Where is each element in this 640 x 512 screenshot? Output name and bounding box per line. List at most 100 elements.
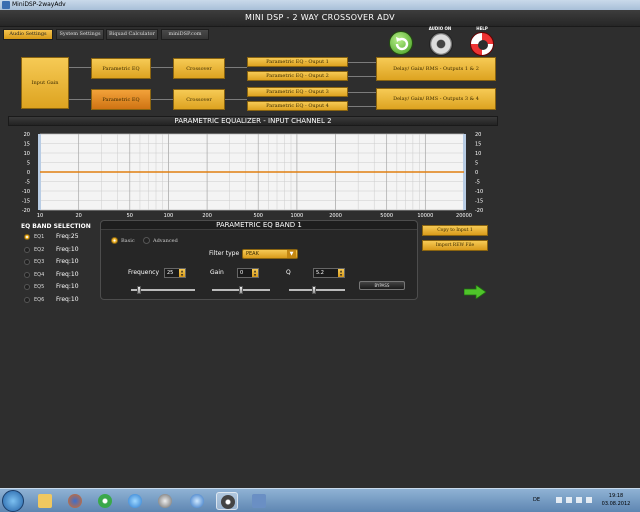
tab-biquad-calculator[interactable]: Biquad Calculator	[106, 29, 158, 40]
band-radio[interactable]	[24, 284, 30, 291]
copy-to-input-button[interactable]: Copy to Input 1	[422, 225, 488, 236]
taskbar-app8[interactable]	[248, 492, 270, 510]
tray-power-icon[interactable]	[586, 497, 592, 503]
y-tick-label-left: -15	[22, 198, 30, 204]
mode-advanced-radio[interactable]	[143, 237, 150, 244]
filter-type-label: Filter type	[209, 250, 240, 257]
slider-thumb[interactable]	[239, 286, 243, 294]
taskbar-firefox[interactable]	[64, 492, 86, 510]
x-tick-label: 20	[75, 213, 81, 219]
y-tick-label-left: -10	[22, 189, 30, 195]
output-peq-3[interactable]: Parametric EQ - Ouput 3	[247, 87, 348, 97]
audio-on-label: AUDIO ON	[428, 26, 452, 31]
x-tick-label: 10000	[417, 213, 433, 219]
x-tick-label: 10	[37, 213, 43, 219]
mode-basic-radio[interactable]	[111, 237, 118, 244]
band-freq: Freq:25	[56, 233, 79, 240]
band-name: EQ6	[34, 297, 45, 303]
taskbar-app4[interactable]	[124, 492, 146, 510]
band-radio[interactable]	[24, 234, 30, 240]
x-tick-label: 20000	[456, 213, 472, 219]
peq-block-2[interactable]: Parametric EQ	[91, 89, 151, 110]
stepper-arrows-icon: ▲ ▼	[179, 269, 185, 277]
next-arrow-icon[interactable]	[464, 285, 486, 299]
band-item-eq4[interactable]: EQ4 Freq:10	[24, 271, 104, 280]
q-slider[interactable]	[289, 286, 345, 294]
y-tick-label-left: 15	[24, 141, 30, 147]
tray-network-icon[interactable]	[566, 497, 572, 503]
y-tick-label-right: -15	[475, 198, 483, 204]
tray-volume-icon[interactable]	[576, 497, 582, 503]
wire	[348, 92, 376, 93]
language-indicator[interactable]: DE	[533, 497, 540, 503]
tray-flag-icon[interactable]	[556, 497, 562, 503]
x-tick-label: 100	[164, 213, 174, 219]
tab-system-settings[interactable]: System Settings	[56, 29, 104, 40]
wire	[69, 67, 91, 68]
import-rew-button[interactable]: Import REW File	[422, 240, 488, 251]
speaker-icon[interactable]	[429, 32, 453, 56]
app-header: MINI DSP - 2 WAY CROSSOVER ADV	[0, 10, 640, 27]
app-title: MINI DSP - 2 WAY CROSSOVER ADV	[245, 13, 395, 22]
x-tick-label: 50	[127, 213, 133, 219]
clock-time[interactable]: 19:18	[598, 493, 634, 499]
delay-gain-block-2[interactable]: Delay/ Gain/ RMS - Outputs 3 & 4	[376, 88, 496, 110]
bypass-button[interactable]: BYPASS	[359, 281, 405, 290]
band-item-eq6[interactable]: EQ6 Freq:10	[24, 296, 104, 305]
delay-gain-block-1[interactable]: Delay/ Gain/ RMS - Outputs 1 & 2	[376, 57, 496, 81]
band-item-eq2[interactable]: EQ2 Freq:10	[24, 246, 104, 255]
x-tick-label: 200	[202, 213, 212, 219]
mode-basic-label: Basic	[121, 238, 135, 244]
help-lifebuoy-icon[interactable]	[470, 32, 494, 56]
frequency-label: Frequency	[128, 269, 159, 276]
input-gain-block[interactable]: Input Gain	[21, 57, 69, 109]
tab-audio-settings[interactable]: Audio Settings	[3, 29, 53, 40]
band-selection-title: EQ BAND SELECTION	[21, 223, 91, 230]
band-item-eq1[interactable]: EQ1 Freq:25	[24, 233, 104, 242]
band-radio[interactable]	[24, 259, 30, 266]
band-radio[interactable]	[24, 246, 30, 253]
gain-stepper[interactable]: 0 ▲ ▼	[237, 268, 259, 278]
band-item-eq5[interactable]: EQ5 Freq:10	[24, 283, 104, 292]
band-name: EQ2	[34, 246, 45, 253]
peq-block-1[interactable]: Parametric EQ	[91, 58, 151, 79]
y-tick-label-right: -10	[475, 189, 483, 195]
x-tick-label: 5000	[380, 213, 393, 219]
refresh-icon[interactable]	[389, 31, 413, 55]
band-radio[interactable]	[24, 297, 30, 303]
frequency-stepper[interactable]: 25 ▲ ▼	[164, 268, 186, 278]
chevron-down-icon: ▼	[287, 250, 296, 258]
gain-slider[interactable]	[212, 286, 270, 294]
output-peq-2[interactable]: Parametric EQ - Ouput 2	[247, 71, 348, 81]
y-tick-label-right: 0	[475, 170, 478, 176]
clock-date[interactable]: 03.08.2012	[598, 501, 634, 507]
band-item-eq3[interactable]: EQ3 Freq:10	[24, 258, 104, 267]
output-peq-4[interactable]: Parametric EQ - Ouput 4	[247, 101, 348, 111]
folder-icon	[38, 494, 52, 508]
q-stepper[interactable]: 5.2 ▲ ▼	[313, 268, 345, 278]
y-tick-label-right: 5	[475, 160, 478, 166]
output-peq-1[interactable]: Parametric EQ - Ouput 1	[247, 57, 348, 67]
y-tick-label-left: -5	[25, 179, 30, 185]
wire	[348, 106, 376, 107]
crossover-block-1[interactable]: Crossover	[173, 58, 225, 79]
taskbar-minidsp[interactable]	[216, 492, 238, 510]
window-titlebar: MiniDSP-2wayAdv	[0, 0, 640, 10]
x-tick-label: 1000	[291, 213, 304, 219]
taskbar-explorer[interactable]	[34, 492, 56, 510]
q-value: 5.2	[316, 270, 324, 276]
frequency-slider[interactable]	[131, 286, 195, 294]
slider-thumb[interactable]	[136, 286, 141, 294]
tab-minidsp-com[interactable]: miniDSP.com	[161, 29, 209, 40]
band-freq: Freq:10	[56, 245, 79, 253]
crossover-block-2[interactable]: Crossover	[173, 89, 225, 110]
taskbar-itunes[interactable]	[186, 492, 208, 510]
slider-thumb[interactable]	[312, 286, 317, 294]
eq-response-chart[interactable]: 20 2015 1510 105 50 0-5 -5-10 -10-15 -15-20 -2010…	[0, 126, 500, 222]
filter-type-select[interactable]: PEAK ▼	[242, 249, 298, 259]
taskbar-app5[interactable]	[154, 492, 176, 510]
band-radio[interactable]	[24, 271, 30, 278]
start-button[interactable]	[2, 490, 24, 512]
app-icon	[158, 494, 172, 508]
taskbar-app3[interactable]	[94, 492, 116, 510]
